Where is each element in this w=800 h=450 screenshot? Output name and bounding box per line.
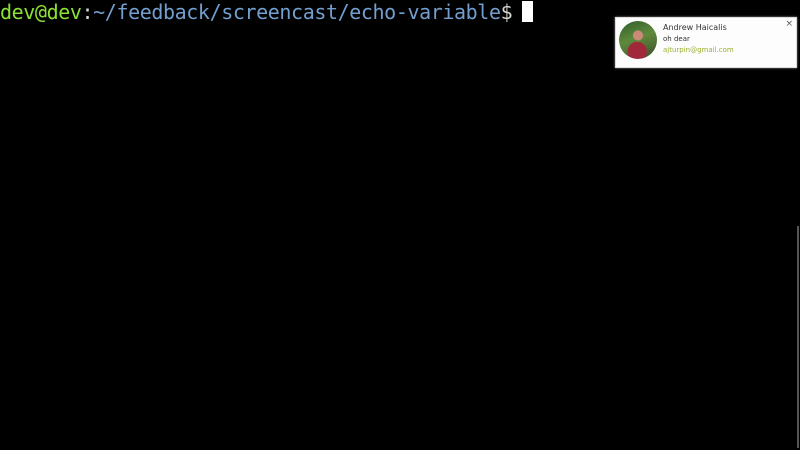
text-cursor (522, 1, 534, 22)
notification-message: oh dear (663, 35, 690, 43)
prompt-line: dev@dev:~/feedback/screencast/echo-varia… (0, 0, 534, 25)
scrollbar[interactable] (797, 226, 799, 448)
prompt-user-host: dev@dev (0, 0, 82, 24)
prompt-path: ~/feedback/screencast/echo-variable (93, 0, 501, 24)
notification-email: ajturpin@gmail.com (663, 46, 734, 54)
prompt-colon: : (81, 0, 94, 24)
prompt-symbol: $ (500, 0, 513, 24)
notification-popup[interactable]: Andrew Haicalis oh dear ajturpin@gmail.c… (615, 17, 797, 68)
notification-sender-name: Andrew Haicalis (663, 23, 727, 32)
avatar (619, 21, 657, 59)
close-icon[interactable]: × (785, 19, 793, 29)
